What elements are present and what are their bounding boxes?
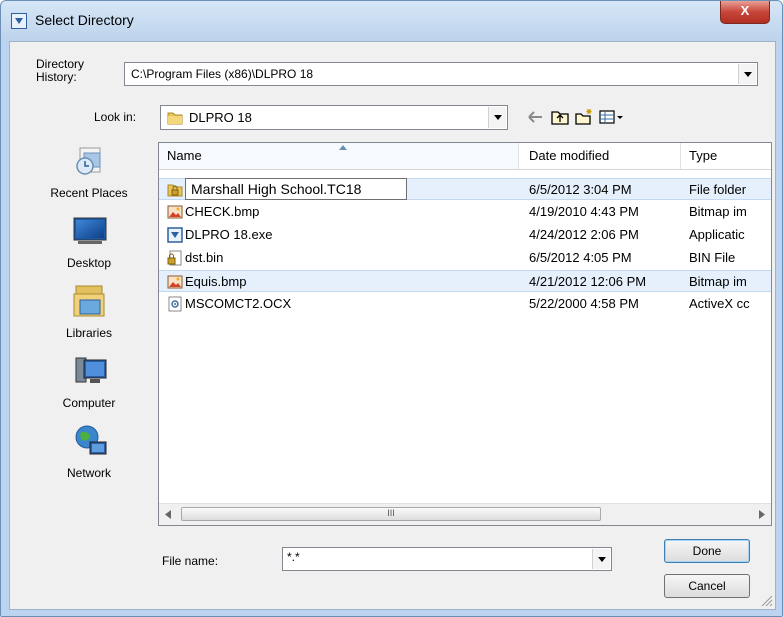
file-type: File folder [689,182,747,197]
dialog-app-icon [11,13,27,29]
look-in-value: DLPRO 18 [189,110,252,125]
select-directory-dialog: Select Directory X Directory History: C:… [0,0,783,617]
file-name-value: *.* [287,550,300,564]
computer-icon [75,357,107,383]
cancel-button[interactable]: Cancel [664,574,750,598]
resize-grip-icon[interactable] [760,594,773,607]
file-name-label: File name: [162,554,219,568]
place-label: Network [66,466,111,480]
look-in-dropdown-icon[interactable] [488,107,506,128]
done-button[interactable]: Done [664,539,750,563]
file-name: dst.bin [185,250,224,265]
file-name: Marshall High School.TC18 [191,181,362,197]
view-menu-icon[interactable] [598,108,626,126]
recent-places-icon [76,147,101,175]
file-list-header: Name Date modified Type [159,143,771,170]
horizontal-scrollbar[interactable]: III [159,503,771,525]
place-label: Computer [62,396,116,410]
place-label: Recent Places [50,186,128,200]
look-in-combo[interactable]: DLPRO 18 [160,105,508,130]
directory-history-value: C:\Program Files (x86)\DLPRO 18 [131,67,314,81]
file-row[interactable]: dst.bin 6/5/2012 4:05 PM BIN File [159,247,771,269]
desktop-icon [73,217,107,244]
place-computer[interactable]: Computer [30,352,148,422]
place-recent-places[interactable]: Recent Places [30,142,148,212]
new-folder-icon[interactable] [574,108,594,126]
file-row[interactable]: MSCOMCT2.OCX 5/22/2000 4:58 PM ActiveX c… [159,293,771,315]
column-header-date[interactable]: Date modified [521,143,681,169]
column-header-type[interactable]: Type [681,143,771,169]
file-date: 6/5/2012 3:04 PM [529,182,632,197]
file-type: Bitmap im [689,274,747,289]
file-row[interactable]: CHECK.bmp 4/19/2010 4:43 PM Bitmap im [159,201,771,223]
place-label: Libraries [65,326,113,340]
scrollbar-thumb[interactable]: III [181,507,601,521]
file-row[interactable]: Equis.bmp 4/21/2012 12:06 PM Bitmap im [159,270,771,292]
directory-history-label-line2: History: [36,70,77,84]
file-name: Equis.bmp [185,274,247,289]
scrollbar-grip: III [387,508,395,518]
file-row[interactable]: DLPRO 18.exe 4/24/2012 2:06 PM Applicati… [159,224,771,246]
file-type: Applicatic [689,227,745,242]
file-name: DLPRO 18.exe [185,227,273,242]
scroll-right-icon[interactable] [759,510,765,519]
file-name-dropdown-icon[interactable] [592,549,610,569]
places-bar: Recent Places Desktop Libraries Computer… [30,142,148,542]
file-date: 4/24/2012 2:06 PM [529,227,639,242]
rename-input[interactable]: Marshall High School.TC18 [185,178,407,200]
look-in-label: Look in: [94,110,137,124]
close-button[interactable]: X [720,1,770,24]
application-icon [167,227,183,243]
bitmap-icon [167,205,183,219]
file-name: CHECK.bmp [185,204,260,219]
libraries-icon [73,285,105,317]
file-type: ActiveX cc [689,296,750,311]
up-one-level-icon[interactable] [550,108,570,126]
place-libraries[interactable]: Libraries [30,282,148,352]
directory-history-dropdown-icon[interactable] [738,64,756,84]
sort-ascending-icon [339,145,347,150]
folder-lock-icon [167,184,183,197]
file-row[interactable]: Marshall High School.TC18 6/5/2012 3:04 … [159,178,771,200]
file-type: BIN File [689,250,736,265]
dialog-title: Select Directory [35,12,134,28]
file-date: 6/5/2012 4:05 PM [529,250,632,265]
file-date: 4/19/2010 4:43 PM [529,204,639,219]
scroll-left-icon[interactable] [165,510,171,519]
network-icon [75,425,107,455]
dialog-client-area: Directory History: C:\Program Files (x86… [9,41,776,610]
lock-file-icon [167,250,182,266]
title-bar[interactable]: Select Directory X [1,1,782,41]
directory-history-combo[interactable]: C:\Program Files (x86)\DLPRO 18 [124,62,758,86]
back-arrow-icon[interactable] [526,108,546,126]
file-date: 5/22/2000 4:58 PM [529,296,639,311]
activex-icon [168,296,182,312]
place-desktop[interactable]: Desktop [30,212,148,282]
folder-icon [167,112,183,125]
file-type: Bitmap im [689,204,747,219]
file-date: 4/21/2012 12:06 PM [529,274,647,289]
file-name-combo[interactable]: *.* [282,547,612,571]
place-network[interactable]: Network [30,422,148,492]
file-list[interactable]: Name Date modified Type Marshall High Sc… [158,142,772,526]
directory-history-label: Directory History: [36,58,84,84]
bitmap-icon [167,275,183,289]
place-label: Desktop [66,256,112,270]
file-name: MSCOMCT2.OCX [185,296,292,311]
